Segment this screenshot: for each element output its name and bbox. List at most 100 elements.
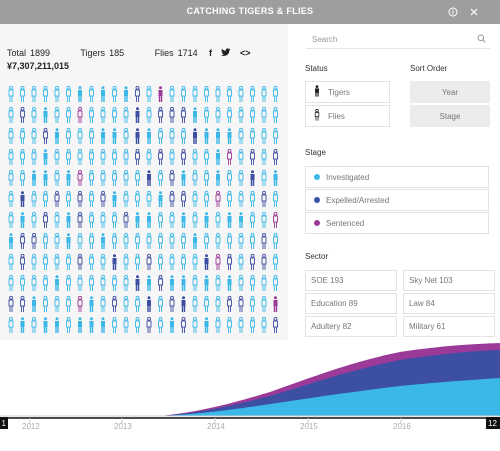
fly-figure[interactable] <box>43 253 48 270</box>
fly-figure[interactable] <box>273 232 278 249</box>
fly-figure[interactable] <box>261 274 267 291</box>
tiger-figure[interactable] <box>181 275 186 291</box>
fly-figure[interactable] <box>135 169 140 186</box>
tiger-figure[interactable] <box>101 233 105 249</box>
fly-figure[interactable] <box>169 106 175 123</box>
fly-figure[interactable] <box>158 106 163 123</box>
fly-figure[interactable] <box>77 274 83 291</box>
fly-figure[interactable] <box>169 169 175 186</box>
fly-figure[interactable] <box>169 232 175 249</box>
tiger-figure[interactable] <box>66 233 71 249</box>
tiger-figure[interactable] <box>43 170 48 186</box>
fly-figure[interactable] <box>227 86 232 102</box>
tiger-figure[interactable] <box>135 275 140 291</box>
fly-figure[interactable] <box>215 316 221 333</box>
fly-figure[interactable] <box>181 232 186 249</box>
fly-figure[interactable] <box>238 190 244 207</box>
fly-figure[interactable] <box>158 148 163 165</box>
fly-figure[interactable] <box>100 253 106 270</box>
fly-figure[interactable] <box>215 295 221 312</box>
fly-figure[interactable] <box>31 316 37 333</box>
tiger-figure[interactable] <box>170 275 174 291</box>
fly-figure[interactable] <box>273 106 278 123</box>
tiger-figure[interactable] <box>273 296 278 312</box>
fly-figure[interactable] <box>215 190 221 207</box>
fly-figure[interactable] <box>8 211 14 228</box>
fly-figure[interactable] <box>250 148 255 165</box>
fly-figure[interactable] <box>20 127 25 144</box>
fly-figure[interactable] <box>238 106 244 123</box>
fly-figure[interactable] <box>8 127 14 144</box>
fly-figure[interactable] <box>66 190 71 207</box>
fly-figure[interactable] <box>89 106 94 123</box>
facebook-icon[interactable]: f <box>209 48 212 59</box>
fly-figure[interactable] <box>123 253 129 270</box>
fly-figure[interactable] <box>123 316 129 333</box>
fly-figure[interactable] <box>54 232 60 249</box>
fly-figure[interactable] <box>250 106 255 123</box>
stage-investigated-option[interactable]: Investigated <box>305 166 489 188</box>
fly-figure[interactable] <box>100 106 106 123</box>
tiger-figure[interactable] <box>170 317 174 333</box>
fly-figure[interactable] <box>273 148 278 165</box>
fly-figure[interactable] <box>89 127 94 144</box>
tiger-figure[interactable] <box>55 128 59 144</box>
fly-figure[interactable] <box>77 253 83 270</box>
fly-figure[interactable] <box>273 86 278 102</box>
fly-figure[interactable] <box>20 274 25 291</box>
fly-figure[interactable] <box>169 86 175 102</box>
fly-figure[interactable] <box>146 232 152 249</box>
tiger-figure[interactable] <box>204 254 209 270</box>
fly-figure[interactable] <box>273 190 278 207</box>
fly-figure[interactable] <box>43 190 48 207</box>
fly-figure[interactable] <box>181 253 186 270</box>
fly-figure[interactable] <box>192 190 198 207</box>
fly-figure[interactable] <box>250 316 255 333</box>
fly-figure[interactable] <box>8 169 14 186</box>
fly-figure[interactable] <box>100 190 106 207</box>
fly-figure[interactable] <box>31 274 37 291</box>
tiger-figure[interactable] <box>9 233 13 249</box>
fly-figure[interactable] <box>135 232 140 249</box>
tiger-figure[interactable] <box>66 212 71 228</box>
fly-figure[interactable] <box>54 295 60 312</box>
fly-figure[interactable] <box>123 127 129 144</box>
fly-figure[interactable] <box>100 169 106 186</box>
fly-figure[interactable] <box>66 106 71 123</box>
fly-figure[interactable] <box>146 148 152 165</box>
fly-figure[interactable] <box>181 190 186 207</box>
timeline-chart[interactable]: 1 12 2012 2013 2014 2015 2016 <box>0 340 500 451</box>
fly-figure[interactable] <box>43 274 48 291</box>
tiger-figure[interactable] <box>101 86 105 102</box>
sector-adultery[interactable]: Adultery 82 <box>305 316 397 337</box>
fly-figure[interactable] <box>273 274 278 291</box>
fly-figure[interactable] <box>8 106 14 123</box>
fly-figure[interactable] <box>77 295 83 312</box>
tiger-figure[interactable] <box>227 212 232 228</box>
fly-figure[interactable] <box>238 86 244 102</box>
fly-figure[interactable] <box>192 274 198 291</box>
fly-figure[interactable] <box>43 295 48 312</box>
fly-figure[interactable] <box>250 211 255 228</box>
fly-figure[interactable] <box>112 106 117 123</box>
fly-figure[interactable] <box>66 86 71 102</box>
fly-figure[interactable] <box>227 169 232 186</box>
fly-figure[interactable] <box>192 253 198 270</box>
sort-year-button[interactable]: Year <box>410 81 490 103</box>
fly-figure[interactable] <box>158 295 163 312</box>
fly-figure[interactable] <box>135 316 140 333</box>
fly-figure[interactable] <box>261 86 267 102</box>
fly-figure[interactable] <box>112 169 117 186</box>
fly-figure[interactable] <box>250 232 255 249</box>
fly-figure[interactable] <box>135 253 140 270</box>
fly-figure[interactable] <box>238 148 244 165</box>
tiger-figure[interactable] <box>181 170 186 186</box>
fly-figure[interactable] <box>204 232 209 249</box>
tiger-figure[interactable] <box>66 170 71 186</box>
tiger-figure[interactable] <box>147 296 151 312</box>
fly-figure[interactable] <box>250 274 255 291</box>
fly-figure[interactable] <box>215 274 221 291</box>
tiger-figure[interactable] <box>43 149 48 165</box>
fly-figure[interactable] <box>31 127 37 144</box>
fly-figure[interactable] <box>66 274 71 291</box>
